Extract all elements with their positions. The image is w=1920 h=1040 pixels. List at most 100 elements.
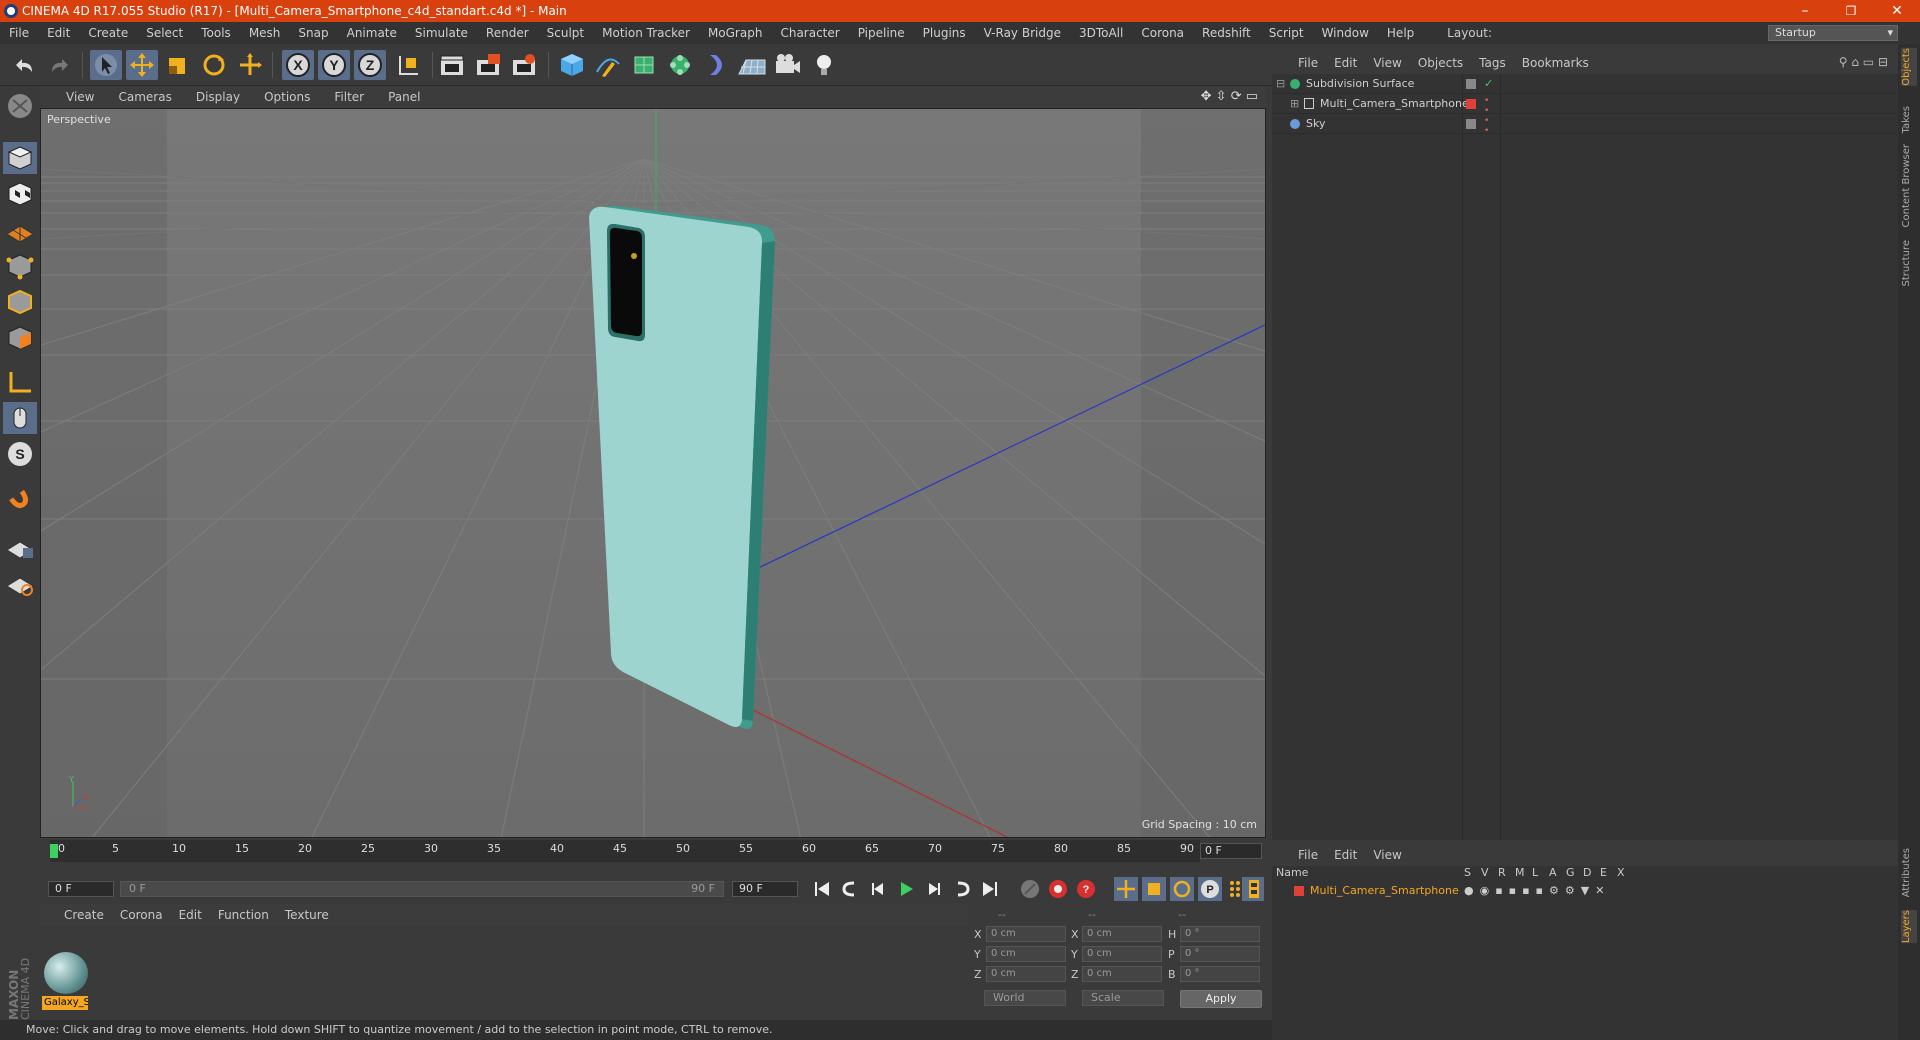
record-off-button[interactable] [1018, 877, 1042, 901]
collapse-icon[interactable]: ⊟ [1276, 74, 1285, 94]
coordinate-mode-select[interactable]: World [984, 990, 1066, 1006]
current-frame-field[interactable]: 0 F [1200, 843, 1262, 859]
autokey-button[interactable]: ? [1074, 877, 1098, 901]
rotation-b-field[interactable]: 0 ° [1180, 966, 1260, 982]
layout-select[interactable]: Startup ▾ [1768, 25, 1898, 41]
z-axis-lock-button[interactable]: Z [354, 50, 386, 80]
tab-structure[interactable]: Structure [1901, 240, 1917, 287]
tab-takes[interactable]: Takes [1901, 106, 1917, 133]
smartphone-model[interactable] [589, 205, 775, 729]
x-axis-lock-button[interactable]: X [282, 50, 314, 80]
menu-character[interactable]: Character [771, 26, 848, 40]
viewport-menu-display[interactable]: Display [184, 90, 252, 104]
menu-3dtoall[interactable]: 3DToAll [1070, 26, 1132, 40]
position-y-field[interactable]: 0 cm [986, 946, 1066, 962]
next-frame-button[interactable] [922, 877, 946, 901]
planar-workplane-button[interactable] [3, 568, 37, 600]
expand-icon[interactable]: ⊞ [1290, 94, 1299, 114]
viewport-menu-options[interactable]: Options [252, 90, 322, 104]
objects-menu-bookmarks[interactable]: Bookmarks [1514, 56, 1597, 70]
menu-create[interactable]: Create [79, 26, 137, 40]
position-x-field[interactable]: 0 cm [986, 926, 1066, 942]
menu-animate[interactable]: Animate [338, 26, 406, 40]
playhead[interactable] [50, 844, 58, 858]
subdivision-surface-button[interactable] [628, 50, 660, 80]
rotation-p-field[interactable]: 0 ° [1180, 946, 1260, 962]
object-name[interactable]: Subdivision Surface [1306, 74, 1414, 94]
menu-window[interactable]: Window [1313, 26, 1378, 40]
tab-layers[interactable]: Layers [1901, 910, 1917, 944]
layers-menu-edit[interactable]: Edit [1326, 848, 1365, 862]
menu-script[interactable]: Script [1260, 26, 1313, 40]
maximize-button[interactable]: ❐ [1828, 0, 1874, 22]
object-name[interactable]: Multi_Camera_Smartphone [1320, 94, 1469, 114]
rotation-h-field[interactable]: 0 ° [1180, 926, 1260, 942]
search-home-icons[interactable]: ⚲ ⌂ ▭ ⊟ [1839, 55, 1888, 69]
size-x-field[interactable]: 0 cm [1082, 926, 1162, 942]
points-mode-button[interactable] [3, 250, 37, 282]
menu-vray-bridge[interactable]: V-Ray Bridge [975, 26, 1070, 40]
redo-button[interactable] [44, 50, 76, 80]
viewport-navigation-icons[interactable]: ✥ ⇳ ⟳ ▭ [1201, 89, 1258, 104]
position-z-field[interactable]: 0 cm [986, 966, 1066, 982]
menu-sculpt[interactable]: Sculpt [538, 26, 593, 40]
play-button[interactable] [894, 877, 918, 901]
coordinate-system-button[interactable] [392, 50, 424, 80]
goto-start-button[interactable] [810, 877, 834, 901]
tab-objects[interactable]: Objects [1901, 48, 1917, 86]
layer-color-swatch[interactable] [1294, 886, 1304, 896]
y-axis-lock-button[interactable]: Y [318, 50, 350, 80]
make-editable-button[interactable] [3, 90, 37, 122]
viewport-menu-cameras[interactable]: Cameras [106, 90, 183, 104]
menu-render[interactable]: Render [477, 26, 538, 40]
objects-menu-objects[interactable]: Objects [1410, 56, 1471, 70]
editor-visibility-icon[interactable] [1466, 119, 1476, 129]
key-position-button[interactable] [1114, 877, 1138, 901]
object-name[interactable]: Sky [1306, 114, 1325, 134]
viewport-menu-filter[interactable]: Filter [322, 90, 376, 104]
transform-tool-button[interactable] [234, 50, 266, 80]
snap-button[interactable]: S [3, 438, 37, 470]
viewport-menu-view[interactable]: View [40, 90, 106, 104]
magnet-button[interactable] [3, 484, 37, 516]
floor-button[interactable] [736, 50, 768, 80]
layer-color-swatch[interactable] [1466, 99, 1476, 109]
texture-mode-button[interactable] [3, 178, 37, 210]
render-settings-button[interactable] [508, 50, 540, 80]
menu-pipeline[interactable]: Pipeline [849, 26, 914, 40]
menu-mograph[interactable]: MoGraph [699, 26, 772, 40]
object-row[interactable]: Sky • • [1272, 114, 1896, 136]
objects-menu-file[interactable]: File [1290, 56, 1326, 70]
menu-tools[interactable]: Tools [192, 26, 240, 40]
key-parameter-button[interactable]: P [1198, 877, 1222, 901]
material-menu-create[interactable]: Create [56, 908, 112, 922]
objects-menu-tags[interactable]: Tags [1471, 56, 1514, 70]
tab-content-browser[interactable]: Content Browser [1901, 144, 1917, 227]
next-key-button[interactable] [950, 877, 974, 901]
objects-menu-edit[interactable]: Edit [1326, 56, 1365, 70]
cloner-button[interactable] [664, 50, 696, 80]
size-mode-select[interactable]: Scale [1082, 990, 1164, 1006]
axis-mode-button[interactable] [3, 366, 37, 398]
menu-mesh[interactable]: Mesh [240, 26, 290, 40]
edges-mode-button[interactable] [3, 286, 37, 318]
visibility-dots-icon[interactable]: • • [1484, 96, 1489, 116]
menu-motion-tracker[interactable]: Motion Tracker [593, 26, 699, 40]
render-to-picture-viewer-button[interactable] [472, 50, 504, 80]
locked-workplane-button[interactable] [3, 532, 37, 564]
material-menu-corona[interactable]: Corona [112, 908, 171, 922]
menu-edit[interactable]: Edit [38, 26, 79, 40]
material-menu-edit[interactable]: Edit [171, 908, 210, 922]
key-scale-button[interactable] [1142, 877, 1166, 901]
layers-menu-view[interactable]: View [1365, 848, 1409, 862]
light-button[interactable] [808, 50, 840, 80]
timeline-ruler[interactable]: 0 5 10 15 20 25 30 35 40 45 50 55 60 65 … [40, 840, 1266, 874]
end-frame-field[interactable]: 90 F [732, 881, 798, 897]
move-tool-button[interactable] [126, 50, 158, 80]
material-name[interactable]: Galaxy_S [42, 996, 88, 1010]
menu-redshift[interactable]: Redshift [1193, 26, 1260, 40]
close-button[interactable]: ✕ [1874, 0, 1920, 22]
material-menu-texture[interactable]: Texture [277, 908, 337, 922]
menu-plugins[interactable]: Plugins [914, 26, 975, 40]
menu-select[interactable]: Select [137, 26, 192, 40]
